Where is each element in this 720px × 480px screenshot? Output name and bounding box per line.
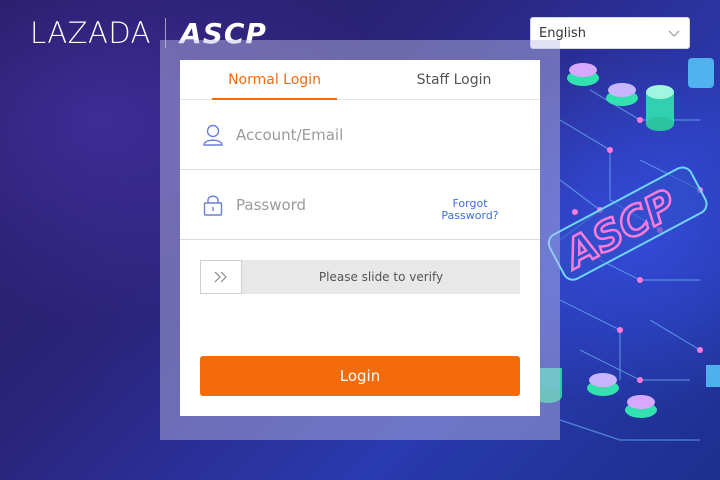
svg-text:ASCP: ASCP <box>555 181 684 279</box>
slide-verify-text: Please slide to verify <box>318 270 444 284</box>
tab-normal-login[interactable]: Normal Login <box>212 60 337 100</box>
login-tabs: Normal Login Staff Login <box>180 60 540 100</box>
login-card: Normal Login Staff Login Forgot Password… <box>180 60 540 416</box>
password-input[interactable] <box>236 192 456 218</box>
forgot-password-link[interactable]: Forgot Password? <box>430 198 510 222</box>
double-chevron-right-icon <box>214 271 227 283</box>
user-icon <box>203 124 223 146</box>
chevron-down-icon <box>668 30 680 37</box>
tab-staff-login[interactable]: Staff Login <box>394 60 514 100</box>
account-input[interactable] <box>236 122 456 148</box>
login-button[interactable]: Login <box>200 356 520 396</box>
language-selected-value: English <box>539 25 586 41</box>
lock-icon <box>203 195 223 216</box>
slide-verify-handle[interactable] <box>200 260 242 294</box>
slide-verify: Please slide to verify <box>200 260 520 294</box>
password-field-row: Forgot Password? <box>180 170 540 240</box>
lazada-logo: LAZADA <box>30 16 152 50</box>
account-field-row <box>180 100 540 170</box>
